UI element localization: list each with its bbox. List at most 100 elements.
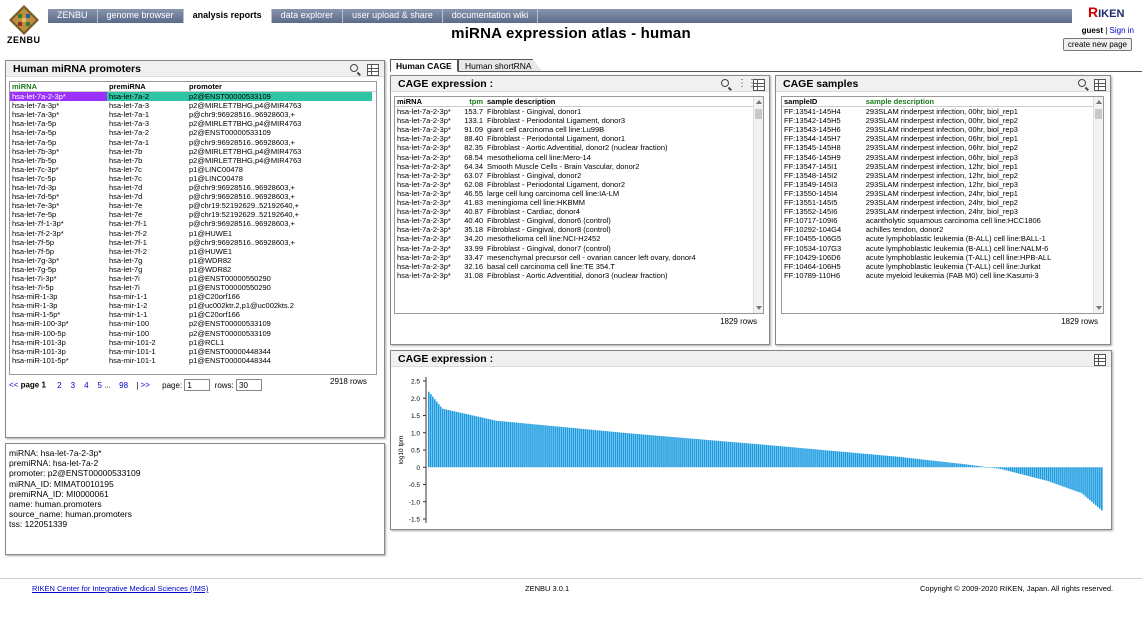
table-row[interactable]: hsa-let-7a-2-3p* 41.83 meningioma cell lin… xyxy=(395,198,753,207)
table-row[interactable]: FF:13542-145H5 293SLAM rinderpest infecti… xyxy=(782,116,1093,125)
table-row[interactable]: hsa-let-7a-2-3p* 33.99 Fibroblast - Gingiv… xyxy=(395,244,753,253)
table-icon[interactable] xyxy=(367,64,379,76)
table-row[interactable]: FF:13545-145H8 293SLAM rinderpest infecti… xyxy=(782,143,1093,152)
column-header[interactable]: miRNA xyxy=(395,97,457,106)
table-row[interactable]: FF:13551-145I5 293SLAM rinderpest infecti… xyxy=(782,198,1093,207)
table-row[interactable]: FF:10717-109I6 acantholytic squamous carc… xyxy=(782,216,1093,225)
tab-human-shortrna[interactable]: Human shortRNA xyxy=(458,59,543,72)
table-row[interactable]: hsa-let-7a-2-3p* 91.09 giant cell carcinom… xyxy=(395,125,753,134)
tab-human-cage[interactable]: Human CAGE xyxy=(390,59,458,72)
table-row[interactable]: hsa-let-7a-5p hsa-let-7a-2 p2@ENST00000533… xyxy=(10,128,376,137)
nav-tab-analysis-reports[interactable]: analysis reports xyxy=(183,9,272,23)
search-icon[interactable] xyxy=(721,79,733,91)
table-row[interactable]: hsa-let-7a-2-3p* 34.20 mesothelioma cell l… xyxy=(395,234,753,243)
table-row[interactable]: hsa-miR-1-3p hsa-mir-1-1 p1@C20orf166 xyxy=(10,292,376,301)
table-row[interactable]: hsa-let-7i-3p* hsa-let-7i p1@ENST000005502… xyxy=(10,274,376,283)
table-row[interactable]: hsa-let-7a-5p hsa-let-7a-1 p@chr9:96928516… xyxy=(10,138,376,147)
page-input[interactable] xyxy=(184,379,211,391)
table-row[interactable]: FF:13552-145I6 293SLAM rinderpest infecti… xyxy=(782,207,1093,216)
pager-prev[interactable]: << xyxy=(9,381,18,390)
table-row[interactable]: hsa-let-7a-3p* hsa-let-7a-3 p2@MIRLET7BHG,… xyxy=(10,101,376,110)
search-icon[interactable] xyxy=(1078,79,1090,91)
table-row[interactable]: hsa-miR-101-3p hsa-mir-101-1 p1@ENST000004… xyxy=(10,347,376,356)
table-row[interactable]: FF:13549-145I3 293SLAM rinderpest infecti… xyxy=(782,180,1093,189)
table-row[interactable]: hsa-let-7a-2-3p* 40.40 Fibroblast - Gingiv… xyxy=(395,216,753,225)
table-row[interactable]: hsa-let-7a-2-3p* 40.87 Fibroblast - Cardia… xyxy=(395,207,753,216)
table-row[interactable]: hsa-let-7a-2-3p* 82.35 Fibroblast - Aortic… xyxy=(395,143,753,152)
table-row[interactable]: FF:13546-145H9 293SLAM rinderpest infecti… xyxy=(782,153,1093,162)
table-row[interactable]: hsa-let-7c-5p hsa-let-7c p1@LINC00478 xyxy=(10,174,376,183)
table-row[interactable]: hsa-let-7a-2-3p* 62.08 Fibroblast - Period… xyxy=(395,180,753,189)
table-row[interactable]: hsa-let-7d-5p* hsa-let-7d p@chr9:96928516.… xyxy=(10,192,376,201)
table-row[interactable]: hsa-let-7a-2-3p* 33.47 mesenchymal precurs… xyxy=(395,253,753,262)
table-icon[interactable] xyxy=(1094,354,1106,366)
table-row[interactable]: hsa-let-7b-5p hsa-let-7b p2@MIRLET7BHG,p4@… xyxy=(10,156,376,165)
table-row[interactable]: FF:10429-106D6 acute lymphoblastic leukem… xyxy=(782,253,1093,262)
pager-page-link[interactable]: 4 xyxy=(84,381,88,390)
nav-tab-user-upload-share[interactable]: user upload & share xyxy=(343,9,443,23)
table-row[interactable]: hsa-let-7g-3p* hsa-let-7g p1@WDR82 xyxy=(10,256,376,265)
table-row[interactable]: hsa-let-7f-1-3p* hsa-let-7f-1 p@chr9:96928… xyxy=(10,219,376,228)
rows-input[interactable] xyxy=(236,379,263,391)
table-icon[interactable] xyxy=(753,79,765,91)
table-row[interactable]: hsa-miR-101-5p* hsa-mir-101-1 p1@ENST00000… xyxy=(10,356,376,365)
table-row[interactable]: hsa-let-7e-5p hsa-let-7e p@chr19:52192629.… xyxy=(10,210,376,219)
nav-tab-documentation-wiki[interactable]: documentation wiki xyxy=(443,9,539,23)
table-row[interactable]: FF:10455-106G5 acute lymphoblastic leukem… xyxy=(782,234,1093,243)
column-header[interactable]: promoter xyxy=(187,82,372,91)
table-row[interactable]: hsa-miR-100-5p hsa-mir-100 p2@ENST00000533… xyxy=(10,329,376,338)
table-row[interactable]: FF:10464-106H5 acute lymphoblastic leukem… xyxy=(782,262,1093,271)
column-header[interactable]: miRNA xyxy=(10,82,107,91)
table-row[interactable]: hsa-let-7d-3p hsa-let-7d p@chr9:96928516..… xyxy=(10,183,376,192)
nav-tab-data-explorer[interactable]: data explorer xyxy=(272,9,344,23)
column-header[interactable]: sample description xyxy=(485,97,745,106)
nav-tab-genome-browser[interactable]: genome browser xyxy=(98,9,184,23)
table-row[interactable]: hsa-miR-1-3p hsa-mir-1-2 p1@uc002ktr.2,p1@… xyxy=(10,301,376,310)
table-row[interactable]: hsa-let-7i-5p hsa-let-7i p1@ENST0000055029… xyxy=(10,283,376,292)
table-row[interactable]: hsa-let-7a-2-3p* 153.7 Fibroblast - Gingiv… xyxy=(395,107,753,116)
table-row[interactable]: FF:10534-107G3 acute lymphoblastic leukem… xyxy=(782,244,1093,253)
table-row[interactable]: hsa-let-7e-3p* hsa-let-7e p@chr19:52192629… xyxy=(10,201,376,210)
table-row[interactable]: FF:13543-145H6 293SLAM rinderpest infecti… xyxy=(782,125,1093,134)
column-header[interactable]: sampleID xyxy=(782,97,864,106)
table-row[interactable]: hsa-miR-100-3p* hsa-mir-100 p2@ENST0000053… xyxy=(10,319,376,328)
filter-columns-icon[interactable]: ⋮⋮ xyxy=(737,79,757,91)
table-row[interactable]: FF:13547-145I1 293SLAM rinderpest infecti… xyxy=(782,162,1093,171)
table-row[interactable]: FF:13544-145H7 293SLAM rinderpest infecti… xyxy=(782,134,1093,143)
pager-last[interactable]: 98 xyxy=(119,381,128,390)
table-row[interactable]: FF:10292-104G4 achilles tendon, donor2 xyxy=(782,225,1093,234)
table-row[interactable]: hsa-let-7f-2-3p* hsa-let-7f-2 p1@HUWE1 xyxy=(10,229,376,238)
table-row[interactable]: hsa-let-7a-2-3p* 68.54 mesothelioma cell l… xyxy=(395,153,753,162)
table-row[interactable]: hsa-let-7a-2-3p* 63.07 Fibroblast - Gingiv… xyxy=(395,171,753,180)
search-icon[interactable] xyxy=(350,64,362,76)
table-row[interactable]: hsa-let-7f-5p hsa-let-7f-1 p@chr9:96928516… xyxy=(10,238,376,247)
table-row[interactable]: hsa-let-7a-2-3p* 35.18 Fibroblast - Gingiv… xyxy=(395,225,753,234)
table-row[interactable]: hsa-let-7a-5p hsa-let-7a-3 p2@MIRLET7BHG,p… xyxy=(10,119,376,128)
cage-expression-scrollbar[interactable] xyxy=(753,97,763,313)
riken-ims-link[interactable]: RIKEN Center for Integrative Medical Sci… xyxy=(32,584,208,593)
table-row[interactable]: hsa-let-7a-3p* hsa-let-7a-1 p@chr9:9692851… xyxy=(10,110,376,119)
nav-tab-zenbu[interactable]: ZENBU xyxy=(48,9,98,23)
table-row[interactable]: FF:13550-145I4 293SLAM rinderpest infecti… xyxy=(782,189,1093,198)
table-row[interactable]: hsa-let-7c-3p* hsa-let-7c p1@LINC00478 xyxy=(10,165,376,174)
table-row[interactable]: hsa-let-7f-5p hsa-let-7f-2 p1@HUWE1 xyxy=(10,247,376,256)
column-header[interactable]: sample description xyxy=(864,97,1093,106)
column-header[interactable]: premiRNA xyxy=(107,82,187,91)
table-row[interactable]: hsa-let-7b-3p* hsa-let-7b p2@MIRLET7BHG,p4… xyxy=(10,147,376,156)
table-row[interactable]: FF:13548-145I2 293SLAM rinderpest infecti… xyxy=(782,171,1093,180)
table-row[interactable]: hsa-miR-101-3p hsa-mir-101-2 p1@RCL1 xyxy=(10,338,376,347)
table-row[interactable]: hsa-let-7a-2-3p* hsa-let-7a-2 p2@ENST00000… xyxy=(10,92,376,102)
table-row[interactable]: hsa-let-7a-2-3p* 32.16 basal cell carcinom… xyxy=(395,262,753,271)
table-row[interactable]: hsa-let-7g-5p hsa-let-7g p1@WDR82 xyxy=(10,265,376,274)
cage-samples-scrollbar[interactable] xyxy=(1093,97,1103,313)
pager-page-link[interactable]: 5 xyxy=(98,381,102,390)
table-row[interactable]: hsa-miR-1-5p* hsa-mir-1-1 p1@C20orf166 xyxy=(10,310,376,319)
table-row[interactable]: hsa-let-7a-2-3p* 64.34 Smooth Muscle Cells… xyxy=(395,162,753,171)
table-row[interactable]: FF:10789-110H6 acute myeloid leukemia (FA… xyxy=(782,271,1093,280)
pager-page-link[interactable]: 3 xyxy=(71,381,75,390)
table-row[interactable]: FF:13541-145H4 293SLAM rinderpest infecti… xyxy=(782,107,1093,116)
pager-next[interactable]: >> xyxy=(141,381,150,390)
table-row[interactable]: hsa-let-7a-2-3p* 31.08 Fibroblast - Aortic… xyxy=(395,271,753,280)
table-row[interactable]: hsa-let-7a-2-3p* 133.1 Fibroblast - Period… xyxy=(395,116,753,125)
table-icon[interactable] xyxy=(1094,79,1106,91)
